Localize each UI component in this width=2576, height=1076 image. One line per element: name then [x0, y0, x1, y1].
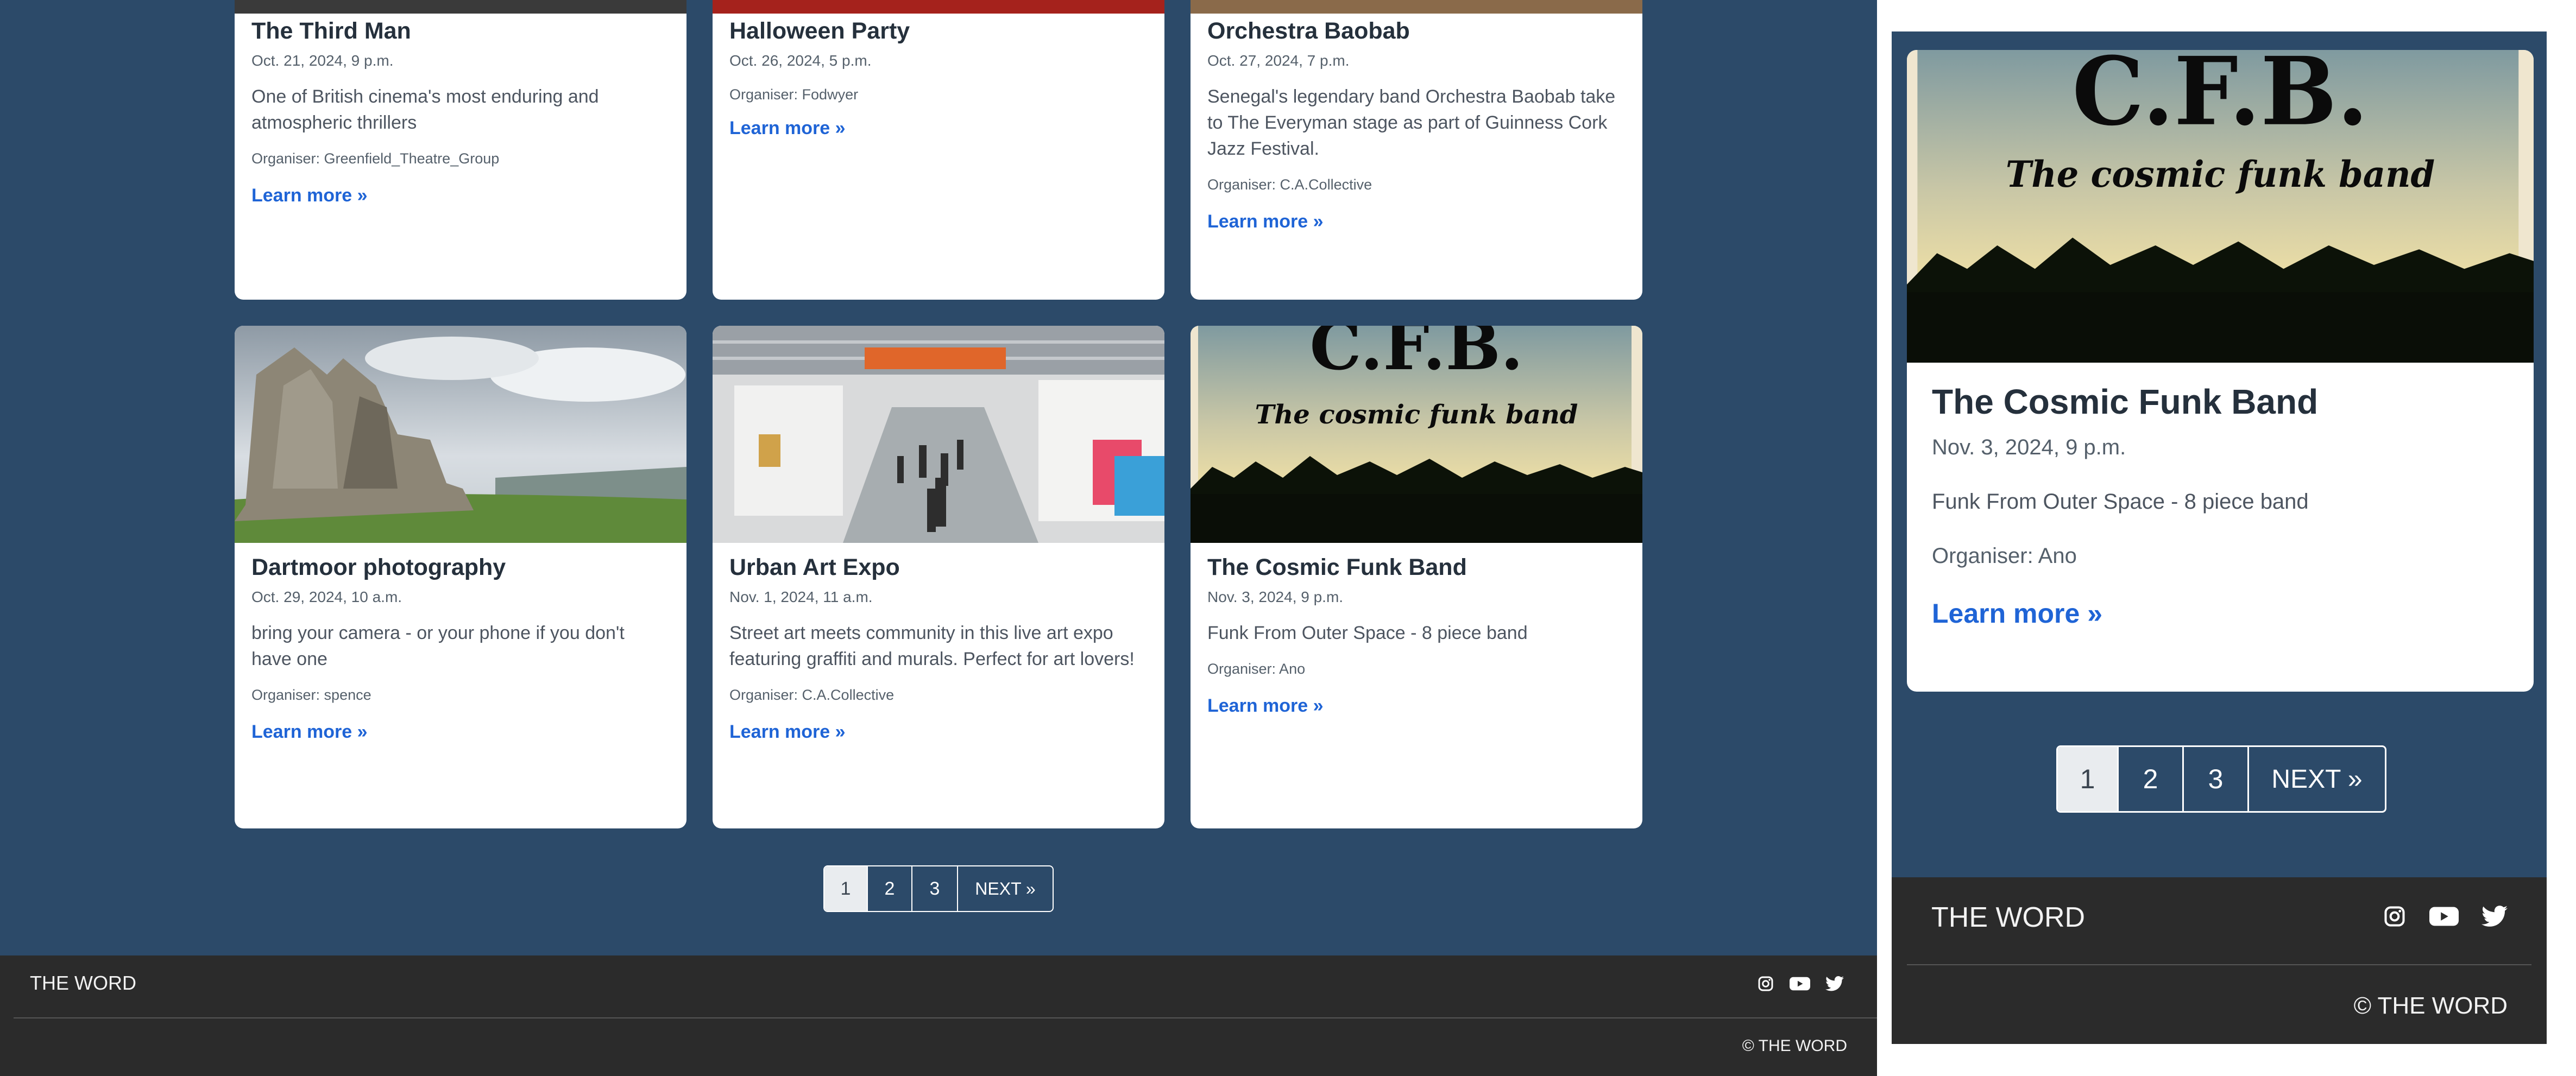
- learn-more-link[interactable]: Learn more »: [251, 182, 368, 208]
- event-card: C.F.B. The cosmic funk band The Cosmic F…: [1907, 50, 2534, 692]
- event-card: C.F.B. The cosmic funk band The Cosmic F…: [1191, 326, 1642, 828]
- cfb-poster-image: C.F.B. The cosmic funk band: [1907, 50, 2534, 363]
- pagination: 1 2 3 NEXT »: [2056, 745, 2386, 813]
- youtube-icon[interactable]: [1790, 975, 1810, 992]
- event-description: Senegal's legendary band Orchestra Baoba…: [1207, 86, 1616, 159]
- event-title: Halloween Party: [729, 18, 910, 44]
- event-title: The Third Man: [251, 18, 411, 44]
- footer-divider: [1907, 964, 2531, 965]
- event-title: Dartmoor photography: [251, 554, 506, 580]
- site-footer: THE WORD © THE WORD: [0, 955, 1877, 1076]
- event-image: [1191, 0, 1642, 14]
- event-description: One of British cinema's most enduring an…: [251, 86, 599, 133]
- event-image: [713, 0, 1164, 14]
- learn-more-link[interactable]: Learn more »: [251, 719, 368, 745]
- learn-more-link[interactable]: Learn more »: [1932, 595, 2102, 632]
- instagram-icon[interactable]: [1757, 975, 1774, 992]
- event-organiser: Organiser: Fodwyer: [729, 86, 859, 103]
- event-date: Nov. 1, 2024, 11 a.m.: [729, 588, 873, 605]
- event-description: Funk From Outer Space - 8 piece band: [1207, 623, 1528, 643]
- event-title: The Cosmic Funk Band: [1207, 554, 1467, 580]
- poster-tagline: The cosmic funk band: [1255, 400, 1578, 430]
- event-date: Oct. 29, 2024, 10 a.m.: [251, 588, 402, 605]
- page-2-button[interactable]: 2: [2119, 747, 2184, 811]
- twitter-icon[interactable]: [2481, 905, 2508, 928]
- event-title: Orchestra Baobab: [1207, 18, 1410, 44]
- gallery-hall-photo: [713, 326, 1164, 543]
- pagination: 1 2 3 NEXT »: [823, 865, 1054, 912]
- granite-tor-photo: [235, 326, 686, 543]
- social-icons: [2383, 904, 2508, 928]
- event-card: Halloween Party Oct. 26, 2024, 5 p.m. Or…: [713, 0, 1164, 300]
- page-3-button[interactable]: 3: [912, 866, 958, 911]
- event-description: bring your camera - or your phone if you…: [251, 623, 625, 669]
- event-organiser: Organiser: C.A.Collective: [1207, 176, 1372, 193]
- event-organiser: Organiser: Ano: [1207, 661, 1306, 677]
- poster-logo-text: C.F.B.: [1309, 326, 1523, 385]
- learn-more-link[interactable]: Learn more »: [729, 115, 846, 141]
- learn-more-link[interactable]: Learn more »: [729, 719, 846, 745]
- mobile-view: C.F.B. The cosmic funk band The Cosmic F…: [1892, 31, 2547, 1044]
- event-card: Dartmoor photography Oct. 29, 2024, 10 a…: [235, 326, 686, 828]
- footer-copyright: © THE WORD: [1742, 1037, 1847, 1055]
- twitter-icon[interactable]: [1825, 976, 1844, 992]
- desktop-view: The Third Man Oct. 21, 2024, 9 p.m. One …: [0, 0, 1877, 1076]
- event-title: The Cosmic Funk Band: [1932, 382, 2319, 421]
- event-card: Orchestra Baobab Oct. 27, 2024, 7 p.m. S…: [1191, 0, 1642, 300]
- footer-brand[interactable]: THE WORD: [30, 972, 136, 995]
- poster-logo-text: C.F.B.: [2072, 50, 2368, 147]
- event-organiser: Organiser: Ano: [1932, 544, 2077, 568]
- event-card: Urban Art Expo Nov. 1, 2024, 11 a.m. Str…: [713, 326, 1164, 828]
- event-date: Oct. 21, 2024, 9 p.m.: [251, 52, 394, 69]
- page-1-button[interactable]: 1: [2058, 747, 2119, 811]
- learn-more-link[interactable]: Learn more »: [1207, 693, 1324, 719]
- cfb-poster-image: C.F.B. The cosmic funk band: [1191, 326, 1642, 543]
- social-icons: [1757, 975, 1844, 992]
- page-3-button[interactable]: 3: [2184, 747, 2249, 811]
- event-organiser: Organiser: spence: [251, 687, 371, 703]
- footer-brand[interactable]: THE WORD: [1931, 901, 2085, 934]
- footer-copyright: © THE WORD: [2353, 992, 2508, 1019]
- youtube-icon[interactable]: [2429, 904, 2459, 928]
- event-organiser: Organiser: C.A.Collective: [729, 687, 895, 703]
- event-date: Nov. 3, 2024, 9 p.m.: [1207, 588, 1344, 605]
- event-card: The Third Man Oct. 21, 2024, 9 p.m. One …: [235, 0, 686, 300]
- footer-divider: [14, 1017, 1877, 1018]
- event-date: Nov. 3, 2024, 9 p.m.: [1932, 435, 2126, 459]
- event-organiser: Organiser: Greenfield_Theatre_Group: [251, 150, 500, 167]
- page-1-button[interactable]: 1: [824, 866, 868, 911]
- learn-more-link[interactable]: Learn more »: [1207, 208, 1324, 235]
- event-date: Oct. 26, 2024, 5 p.m.: [729, 52, 872, 69]
- next-page-button[interactable]: NEXT »: [2249, 747, 2385, 811]
- event-title: Urban Art Expo: [729, 554, 900, 580]
- event-description: Street art meets community in this live …: [729, 623, 1135, 669]
- site-footer: THE WORD © THE WORD: [1892, 877, 2547, 1044]
- next-page-button[interactable]: NEXT »: [958, 866, 1053, 911]
- event-date: Oct. 27, 2024, 7 p.m.: [1207, 52, 1350, 69]
- poster-tagline: The cosmic funk band: [2006, 154, 2435, 195]
- event-image: [235, 0, 686, 14]
- instagram-icon[interactable]: [2383, 904, 2407, 928]
- event-description: Funk From Outer Space - 8 piece band: [1932, 490, 2309, 514]
- page-2-button[interactable]: 2: [868, 866, 912, 911]
